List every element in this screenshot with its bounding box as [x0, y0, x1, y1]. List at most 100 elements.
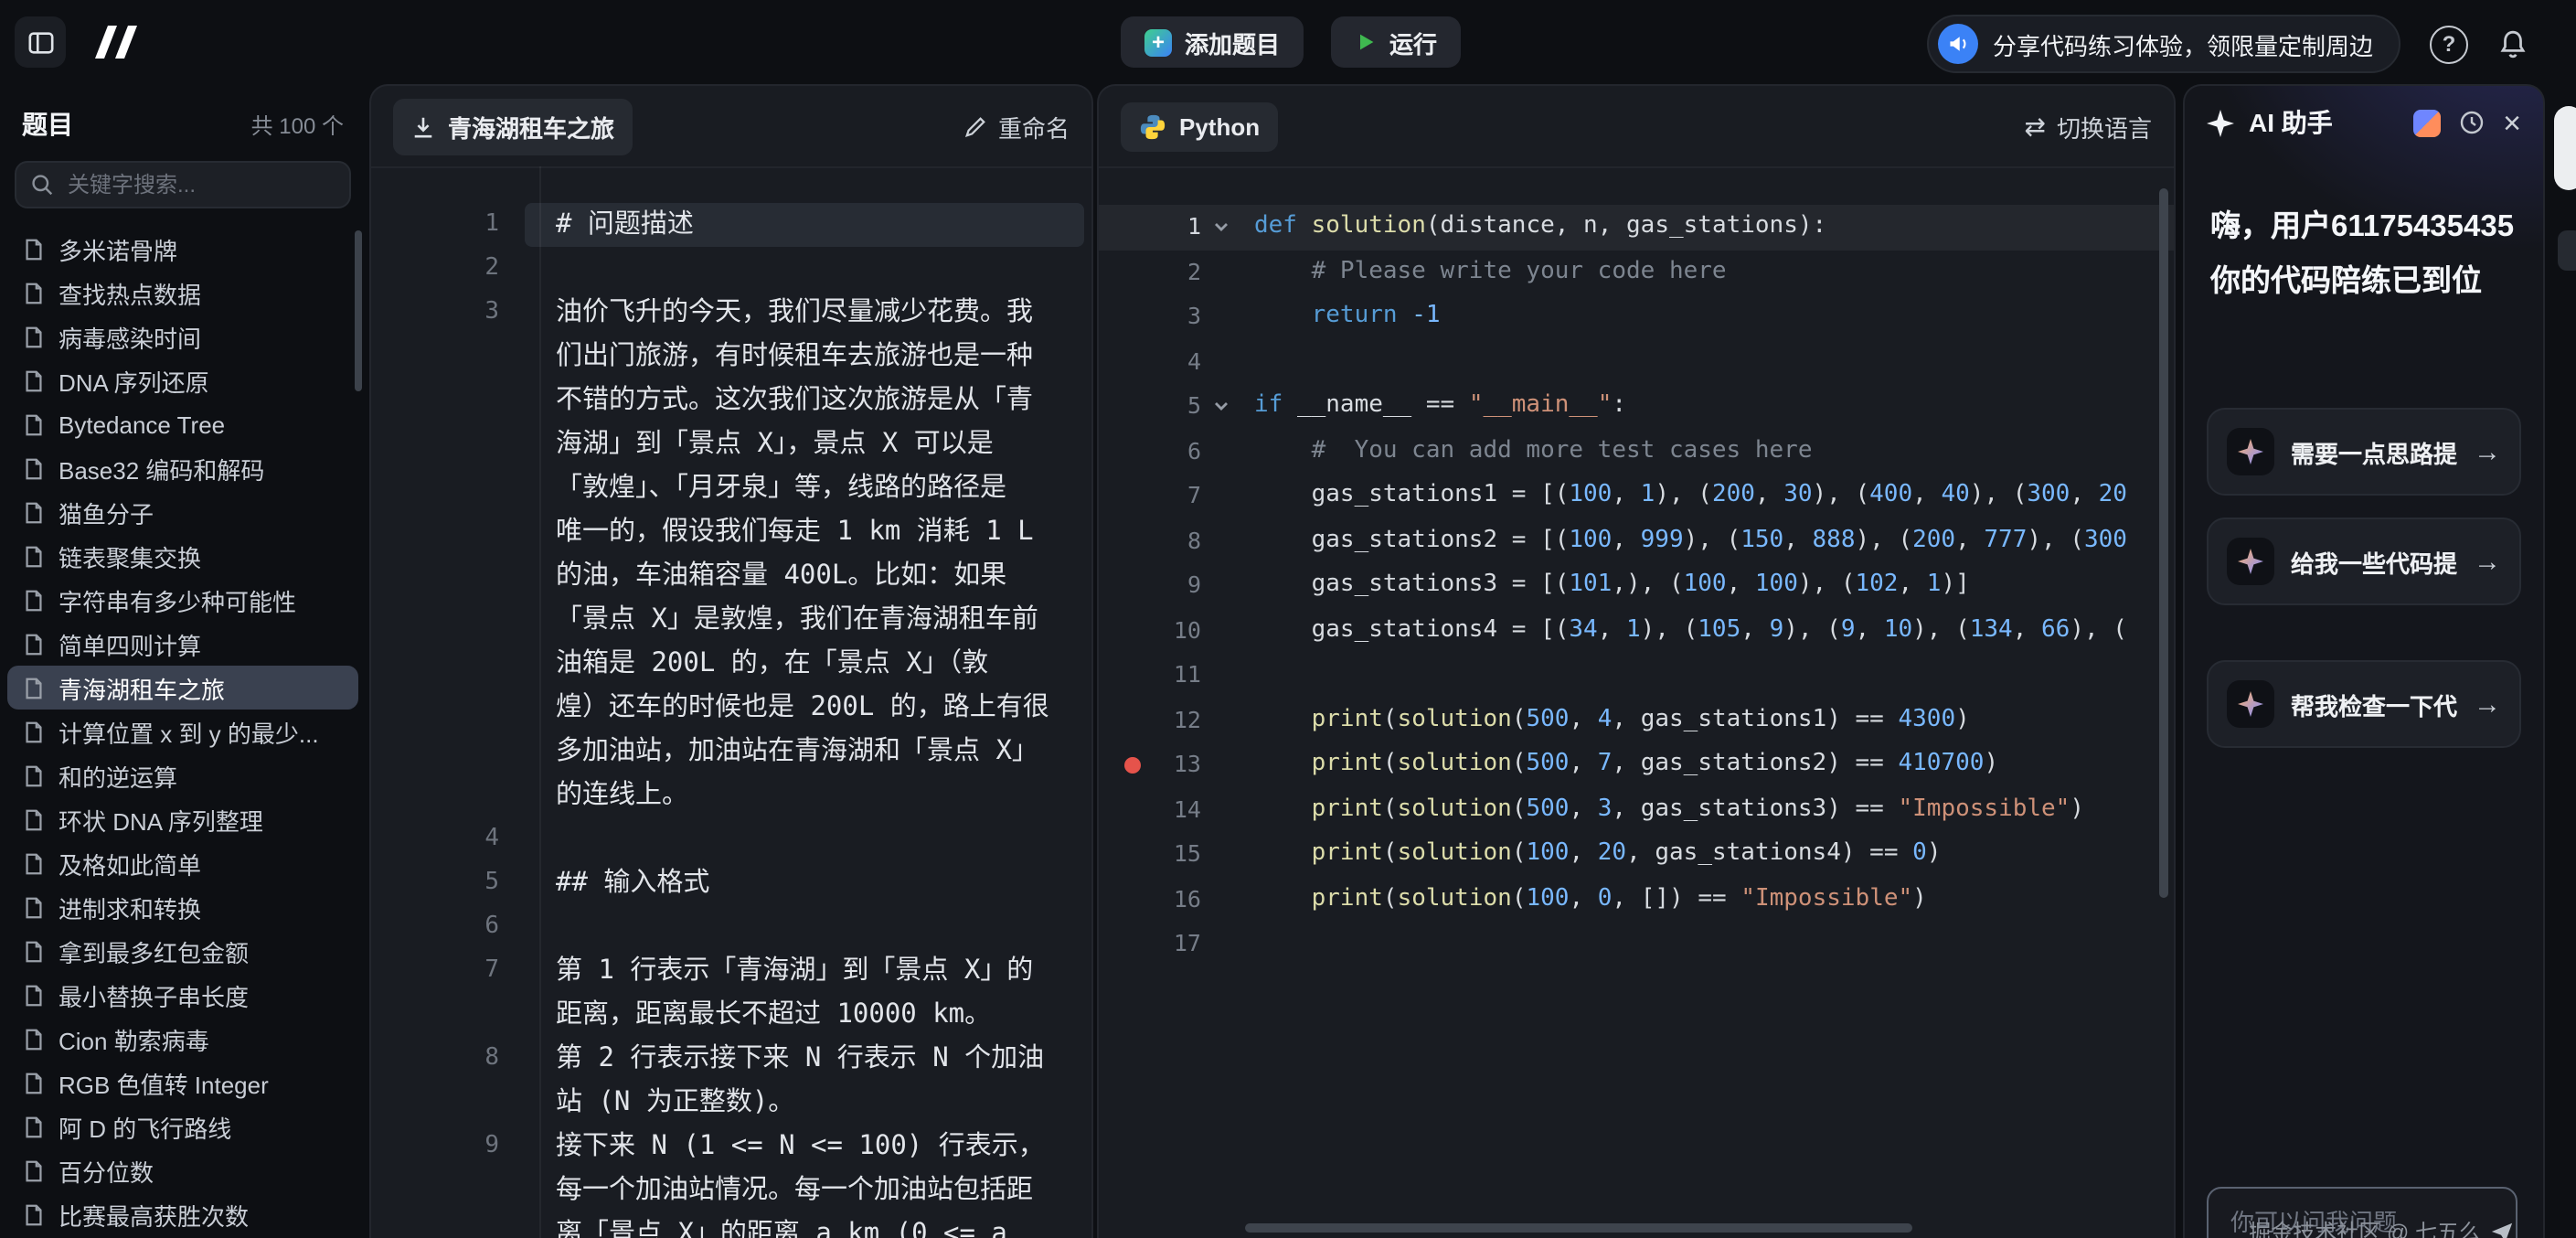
fold-chevron-icon[interactable]	[1201, 384, 1241, 429]
sidebar-item[interactable]: DNA 序列还原	[7, 358, 358, 402]
code-line-text[interactable]: print(solution(100, 20, gas_stations4) =…	[1241, 832, 2174, 877]
code-gutter[interactable]: 2	[1099, 250, 1201, 294]
code-gutter[interactable]: 16	[1099, 877, 1201, 922]
description-text[interactable]: 第 1 行表示「青海湖」到「景点 X」的	[525, 949, 1084, 993]
code-gutter[interactable]: 10	[1099, 608, 1201, 653]
sidebar-item[interactable]: 阿 D 的飞行路线	[7, 1105, 358, 1148]
description-text[interactable]: 「景点 X」是敦煌，我们在青海湖租车前	[525, 598, 1084, 642]
notifications-icon[interactable]	[2497, 28, 2528, 59]
code-gutter[interactable]: 9	[1099, 563, 1201, 608]
switch-language-button[interactable]: ⇄ 切换语言	[2025, 109, 2153, 144]
sidebar-item[interactable]: 查找热点数据	[7, 271, 358, 315]
sidebar-item[interactable]: 猫鱼分子	[7, 490, 358, 534]
history-icon[interactable]	[2459, 110, 2485, 135]
editor-horizontal-scrollbar[interactable]	[1245, 1223, 1912, 1233]
code-line-text[interactable]: gas_stations2 = [(100, 999), (150, 888),…	[1241, 518, 2174, 563]
floating-button-partial[interactable]	[2558, 230, 2576, 271]
description-text[interactable]: 的连线上。	[525, 774, 1084, 817]
description-text[interactable]: 「敦煌」、「月牙泉」等，线路的路径是	[525, 466, 1084, 510]
sidebar-item[interactable]: 百分位数	[7, 1148, 358, 1192]
description-text[interactable]: 站 (N 为正整数)。	[525, 1081, 1084, 1125]
description-text[interactable]: 海湖」到「景点 X」，景点 X 可以是	[525, 422, 1084, 466]
code-gutter[interactable]: 15	[1099, 832, 1201, 877]
theme-palette-icon[interactable]	[2413, 109, 2441, 136]
code-gutter[interactable]: 12	[1099, 698, 1201, 742]
code-line-text[interactable]: print(solution(500, 3, gas_stations3) ==…	[1241, 787, 2174, 832]
sidebar-item[interactable]: 最小替换子串长度	[7, 973, 358, 1017]
code-line-text[interactable]: # Please write your code here	[1241, 250, 2174, 294]
code-line-text[interactable]: gas_stations4 = [(34, 1), (105, 9), (9, …	[1241, 608, 2174, 653]
code-gutter[interactable]: 11	[1099, 653, 1201, 698]
code-gutter[interactable]: 17	[1099, 922, 1201, 966]
code-line-text[interactable]: print(solution(500, 4, gas_stations1) ==…	[1241, 698, 2174, 742]
rename-button[interactable]: 重命名	[963, 109, 1070, 144]
description-text[interactable]: 们出门旅游，有时候租车去旅游也是一种	[525, 335, 1084, 379]
breakpoint-dot[interactable]	[1124, 757, 1141, 774]
code-gutter[interactable]: 5	[1099, 384, 1201, 429]
code-line-text[interactable]: print(solution(500, 7, gas_stations2) ==…	[1241, 742, 2174, 787]
description-text[interactable]: ## 输入格式	[525, 861, 1084, 905]
search-input[interactable]	[64, 170, 335, 199]
description-text[interactable]	[525, 247, 1084, 291]
description-text[interactable]: 多加油站，加油站在青海湖和「景点 X」	[525, 730, 1084, 774]
description-text[interactable]: 唯一的，假设我们每走 1 km 消耗 1 L	[525, 510, 1084, 554]
sidebar-item[interactable]: Bytedance Tree	[7, 402, 358, 446]
code-line-text[interactable]: gas_stations3 = [(101,), (100, 100), (10…	[1241, 563, 2174, 608]
description-text[interactable]: 油价飞升的今天，我们尽量减少花费。我	[525, 291, 1084, 335]
close-icon[interactable]: ×	[2503, 107, 2521, 138]
sidebar-item[interactable]: 环状 DNA 序列整理	[7, 797, 358, 841]
description-text[interactable]: 距离，距离最长不超过 10000 km。	[525, 993, 1084, 1037]
code-gutter[interactable]: 3	[1099, 294, 1201, 339]
sidebar-item[interactable]: 进制求和转换	[7, 885, 358, 929]
description-text[interactable]: 油箱是 200L 的，在「景点 X」（敦	[525, 642, 1084, 686]
code-line-text[interactable]: print(solution(100, 0, []) == "Impossibl…	[1241, 877, 2174, 922]
add-problem-button[interactable]: + 添加题目	[1121, 16, 1304, 68]
sidebar-toggle-button[interactable]	[15, 16, 66, 68]
sidebar-scrollbar[interactable]	[355, 230, 362, 391]
description-text[interactable]: # 问题描述	[525, 203, 1084, 247]
fold-chevron-icon[interactable]	[1201, 205, 1241, 250]
description-text[interactable]: 不错的方式。这次我们这次旅游是从「青	[525, 379, 1084, 422]
description-text[interactable]: 的油，车油箱容量 400L。比如：如果	[525, 554, 1084, 598]
search-box[interactable]	[15, 161, 351, 208]
sidebar-item[interactable]: Base32 编码和解码	[7, 446, 358, 490]
brand-logo[interactable]	[88, 22, 150, 62]
code-gutter[interactable]: 6	[1099, 429, 1201, 474]
code-line-text[interactable]: if __name__ == "__main__":	[1241, 384, 2174, 429]
description-text[interactable]: 第 2 行表示接下来 N 行表示 N 个加油	[525, 1037, 1084, 1081]
floating-toolbar-partial[interactable]	[2554, 106, 2576, 190]
sidebar-item[interactable]: 和的逆运算	[7, 753, 358, 797]
sidebar-item[interactable]: 病毒感染时间	[7, 315, 358, 358]
sidebar-item[interactable]: 计算位置 x 到 y 的最少...	[7, 710, 358, 753]
description-text[interactable]: 接下来 N (1 <= N <= 100) 行表示，	[525, 1125, 1084, 1169]
code-line-text[interactable]: gas_stations1 = [(100, 1), (200, 30), (4…	[1241, 474, 2174, 518]
code-gutter[interactable]: 13	[1099, 742, 1201, 787]
code-line-text[interactable]	[1241, 653, 2174, 698]
description-text[interactable]	[525, 905, 1084, 949]
code-gutter[interactable]: 1	[1099, 205, 1201, 250]
code-gutter[interactable]: 4	[1099, 339, 1201, 384]
sidebar-item[interactable]: 青海湖租车之旅	[7, 666, 358, 710]
code-gutter[interactable]: 8	[1099, 518, 1201, 563]
help-icon[interactable]: ?	[2430, 25, 2468, 63]
ai-suggestion-card[interactable]: 需要一点思路提示→	[2207, 408, 2521, 496]
language-chip[interactable]: Python	[1121, 101, 1278, 151]
description-text[interactable]: 煌）还车的时候也是 200L 的，路上有很	[525, 686, 1084, 730]
description-text[interactable]: 离「景点 X」的距离 a km (0 <= a	[525, 1212, 1084, 1238]
sidebar-item[interactable]: 及格如此简单	[7, 841, 358, 885]
sidebar-item[interactable]: 拿到最多红包金额	[7, 929, 358, 973]
code-line-text[interactable]	[1241, 922, 2174, 966]
sidebar-item[interactable]: 字符串有多少种可能性	[7, 578, 358, 622]
code-line-text[interactable]: return -1	[1241, 294, 2174, 339]
description-text[interactable]	[525, 817, 1084, 861]
code-line-text[interactable]	[1241, 339, 2174, 384]
problem-title-chip[interactable]: 青海湖租车之旅	[393, 98, 633, 155]
sidebar-item[interactable]: 链表聚集交换	[7, 534, 358, 578]
promo-banner[interactable]: 分享代码练习体验，领限量定制周边	[1927, 15, 2400, 73]
sidebar-item[interactable]: 简单四则计算	[7, 622, 358, 666]
sidebar-item[interactable]: 多米诺骨牌	[7, 227, 358, 271]
editor-vertical-scrollbar[interactable]	[2159, 188, 2168, 898]
ai-suggestion-card[interactable]: 给我一些代码提示吧→	[2207, 518, 2521, 605]
code-rows[interactable]: 1def solution(distance, n, gas_stations)…	[1099, 166, 2174, 1238]
code-gutter[interactable]: 7	[1099, 474, 1201, 518]
